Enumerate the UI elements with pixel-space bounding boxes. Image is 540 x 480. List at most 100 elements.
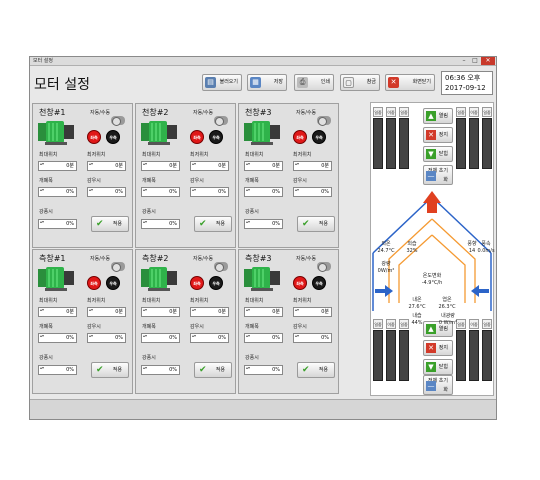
auto-manual-switch[interactable] [317,262,331,272]
rain-input[interactable]: 0% [87,187,126,197]
motor-panel: 천창#3 자동/수동 좌측 우측 최대위치 최저위치 0분 0분 개폐폭 감우시… [238,103,339,248]
leaf-temp-label: 엽온 [442,297,452,303]
stop-icon: ✕ [426,130,436,140]
min-position-label: 최저위치 [87,152,106,158]
top-stop-label: 정지 [438,132,448,138]
window-position-gauge: 일중 [399,107,409,169]
max-position-input[interactable]: 0분 [38,161,77,171]
top-open-button[interactable]: ▲ 열림 [423,108,453,124]
left-direction-button[interactable]: 좌측 [190,276,204,290]
auto-manual-switch[interactable] [317,116,331,126]
save-button[interactable]: ▦ 저장 [247,74,287,91]
rain-input[interactable]: 0% [87,333,126,343]
gauge-bar [456,118,466,169]
max-position-input[interactable]: 0분 [141,307,180,317]
max-position-label: 최대위치 [142,298,161,304]
bottom-stop-button[interactable]: ✕ 정지 [423,340,453,356]
motor-panel: 측창#2 자동/수동 좌측 우측 최대위치 최저위치 0분 0분 개폐폭 감우시… [135,249,236,394]
max-position-label: 최대위치 [245,152,264,158]
rain-input[interactable]: 0% [293,187,332,197]
rain-input[interactable]: 0% [190,187,229,197]
max-position-input[interactable]: 0분 [141,161,180,171]
inflow-left-arrow-icon [375,285,393,297]
gauge-label: 이중 [469,319,479,329]
window-position-gauge: 일중 [399,319,409,381]
open-width-label: 개폐폭 [245,324,259,330]
bottom-reset-button[interactable]: — 전체 초기화 [423,375,453,395]
exhaust-arrow-icon [423,191,441,213]
open-width-input[interactable]: 0% [38,187,77,197]
auto-manual-switch[interactable] [214,116,228,126]
auto-manual-switch[interactable] [214,262,228,272]
open-width-input[interactable]: 0% [244,187,283,197]
auto-manual-label: 자동/수동 [193,110,214,116]
window-title: 모터 설정 [33,58,53,64]
lock-button[interactable]: ▢ 참금 [340,74,380,91]
min-position-input[interactable]: 0분 [293,307,332,317]
gauge-label: 일중 [399,107,409,117]
open-width-input[interactable]: 0% [141,187,180,197]
motor-icon [38,121,74,145]
wind-input[interactable]: 0% [38,219,77,229]
max-position-input[interactable]: 0분 [244,161,283,171]
wind-label: 강풍시 [245,209,259,215]
apply-button[interactable]: ✔ 적용 [91,216,129,232]
apply-button[interactable]: ✔ 적용 [91,362,129,378]
min-position-input[interactable]: 0분 [293,161,332,171]
gauge-bar [399,330,409,381]
rain-input[interactable]: 0% [190,333,229,343]
top-close-button[interactable]: ▼ 닫힘 [423,146,453,162]
apply-button[interactable]: ✔ 적용 [194,362,232,378]
close-icon[interactable]: ✕ [481,57,495,65]
open-width-input[interactable]: 0% [244,333,283,343]
inside-hum-label: 내습 [412,313,422,319]
bottom-close-button[interactable]: ▼ 닫힘 [423,359,453,375]
print-button[interactable]: ⎙ 인쇄 [294,74,334,91]
max-position-input[interactable]: 0분 [38,307,77,317]
apply-button[interactable]: ✔ 적용 [297,362,335,378]
open-width-input[interactable]: 0% [141,333,180,343]
wind-input[interactable]: 0% [244,219,283,229]
maximize-icon[interactable]: □ [470,57,480,65]
wind-input[interactable]: 0% [244,365,283,375]
left-direction-button[interactable]: 좌측 [293,276,307,290]
max-position-input[interactable]: 0분 [244,307,283,317]
close-screen-button[interactable]: ✕ 화면닫기 [385,74,435,91]
left-direction-button[interactable]: 좌측 [87,276,101,290]
right-direction-button[interactable]: 우측 [312,130,326,144]
bottom-close-label: 닫힘 [438,364,448,370]
right-direction-button[interactable]: 우측 [106,276,120,290]
top-reset-button[interactable]: — 전체 초기화 [423,165,453,185]
load-button[interactable]: ▤ 불러오기 [202,74,242,91]
minimize-icon[interactable]: – [459,57,469,65]
apply-button[interactable]: ✔ 적용 [297,216,335,232]
right-direction-button[interactable]: 우측 [209,130,223,144]
right-direction-button[interactable]: 우측 [312,276,326,290]
wind-input[interactable]: 0% [141,219,180,229]
wind-input[interactable]: 0% [141,365,180,375]
inside-temp-readout: 내온 27.6°C [405,297,429,311]
min-position-label: 최저위치 [87,298,106,304]
left-direction-button[interactable]: 좌측 [87,130,101,144]
right-direction-button[interactable]: 우측 [106,130,120,144]
auto-manual-switch[interactable] [111,116,125,126]
motor-icon [244,267,280,291]
top-stop-button[interactable]: ✕ 정지 [423,127,453,143]
reset-icon: — [426,171,436,181]
auto-manual-switch[interactable] [111,262,125,272]
min-position-input[interactable]: 0분 [87,161,126,171]
left-direction-button[interactable]: 좌측 [293,130,307,144]
top-close-label: 닫힘 [438,151,448,157]
right-direction-button[interactable]: 우측 [209,276,223,290]
open-width-label: 개폐폭 [245,178,259,184]
min-position-input[interactable]: 0분 [190,161,229,171]
wind-input[interactable]: 0% [38,365,77,375]
left-direction-button[interactable]: 좌측 [190,130,204,144]
gauge-bar [469,118,479,169]
min-position-input[interactable]: 0분 [190,307,229,317]
open-width-input[interactable]: 0% [38,333,77,343]
min-position-input[interactable]: 0분 [87,307,126,317]
checkmark-icon: ✔ [302,219,310,229]
apply-button[interactable]: ✔ 적용 [194,216,232,232]
rain-input[interactable]: 0% [293,333,332,343]
